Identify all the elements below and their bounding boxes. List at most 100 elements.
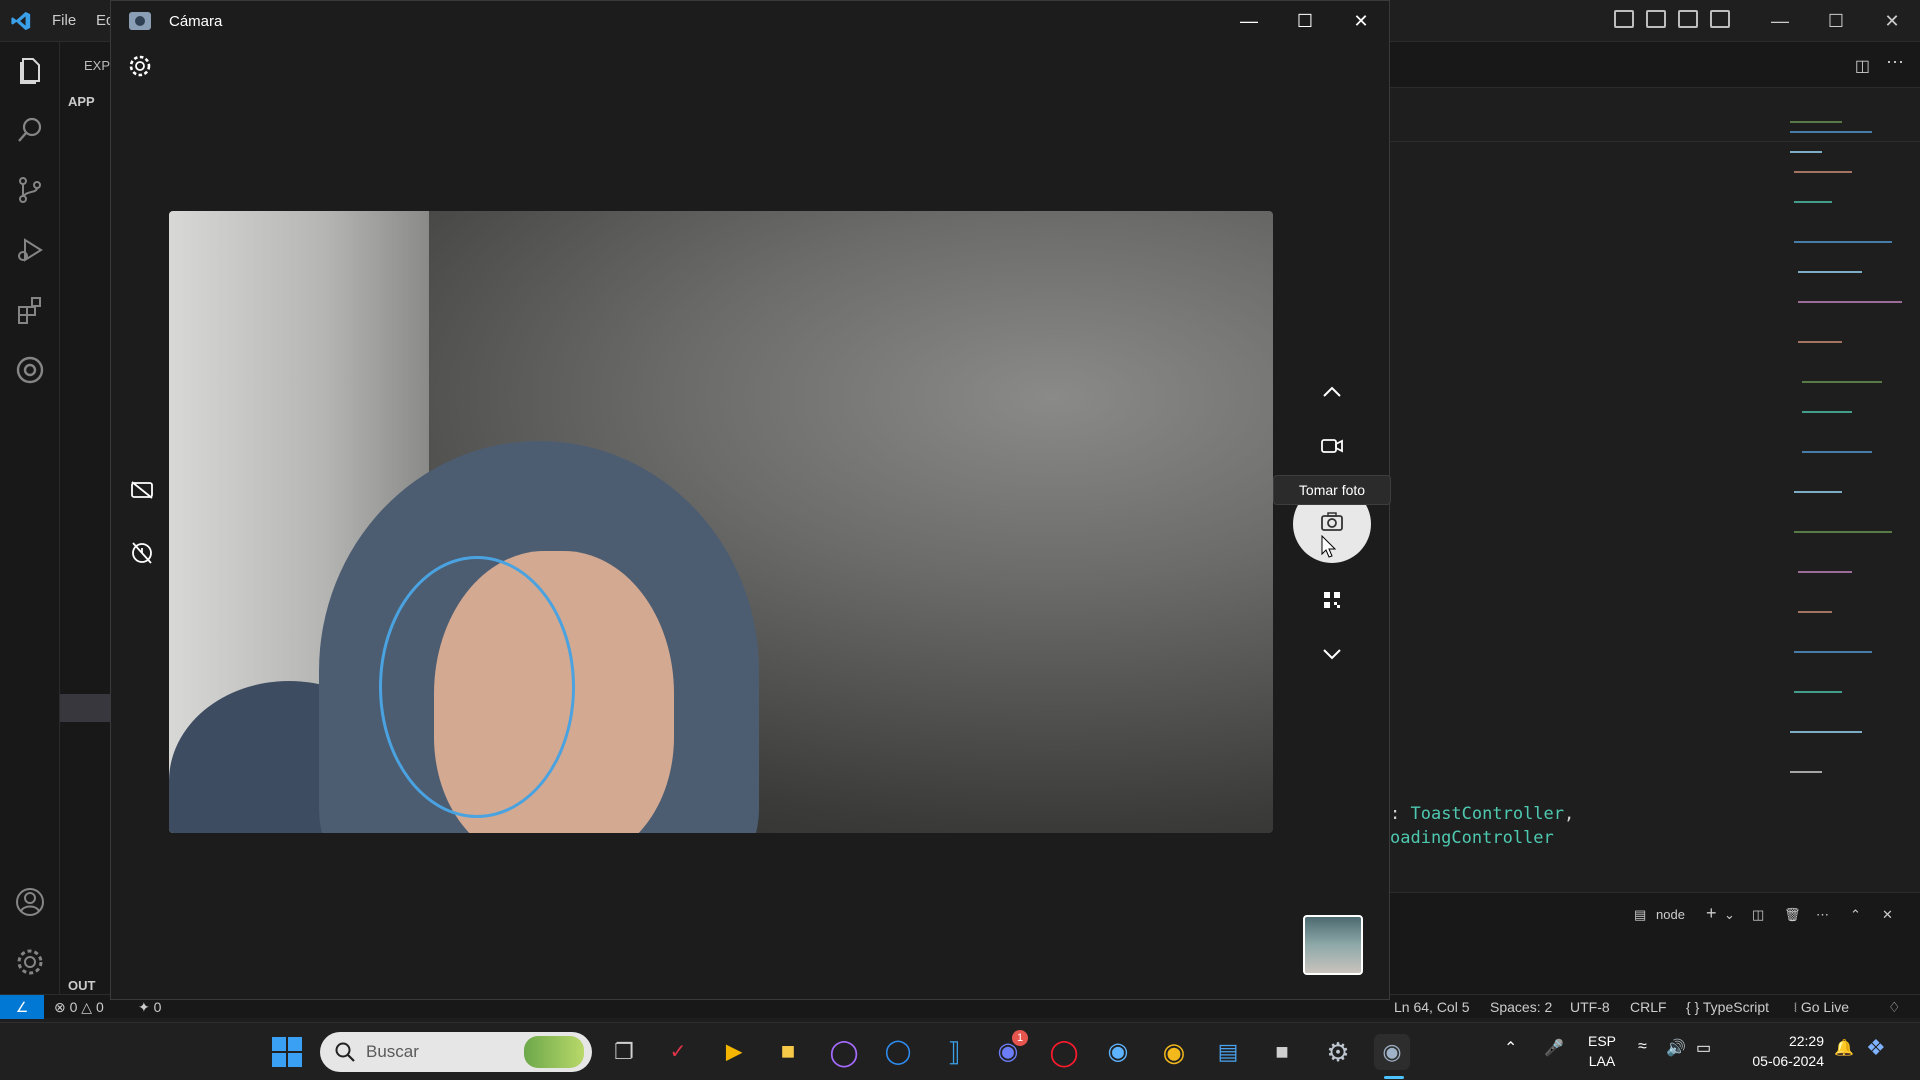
kill-terminal-icon[interactable]: 🗑 bbox=[1784, 907, 1801, 923]
toggle-sidebar-icon[interactable] bbox=[1614, 10, 1634, 28]
camera-preview bbox=[169, 211, 1273, 833]
clock-time: 22:29 bbox=[1788, 1033, 1824, 1049]
eol-status[interactable]: CRLF bbox=[1630, 999, 1667, 1015]
notifications-icon[interactable]: 🔔 bbox=[1834, 1038, 1854, 1058]
terminal-name[interactable]: node bbox=[1656, 907, 1685, 922]
opera-glyph: ◯ bbox=[1049, 1037, 1079, 1067]
toggle-panel-icon[interactable] bbox=[1646, 10, 1666, 28]
taskbar-clock[interactable]: 22:29 05-06-2024 bbox=[1732, 1031, 1824, 1071]
video-mode-icon[interactable] bbox=[1317, 431, 1347, 461]
microphone-icon[interactable]: 🎤 bbox=[1544, 1038, 1564, 1058]
vivaldi-glyph: ✓ bbox=[669, 1041, 687, 1063]
camera-taskbar-icon[interactable]: ◉ bbox=[1374, 1034, 1410, 1070]
camera-settings-gear-icon[interactable] bbox=[127, 53, 153, 79]
vivaldi-icon[interactable]: ✓ bbox=[660, 1034, 696, 1070]
indentation-status[interactable]: Spaces: 2 bbox=[1490, 999, 1552, 1015]
start-tile bbox=[288, 1053, 302, 1067]
steam-icon[interactable]: ◉ bbox=[1100, 1034, 1136, 1070]
ports-status[interactable]: ✦ 0 bbox=[138, 999, 161, 1016]
timer-off-icon[interactable] bbox=[127, 537, 157, 567]
task-view-icon[interactable]: ❐ bbox=[606, 1034, 642, 1070]
opera-icon[interactable]: ◯ bbox=[1046, 1034, 1082, 1070]
github-glyph: ◯ bbox=[829, 1037, 859, 1067]
github-desktop-icon[interactable]: ◯ bbox=[826, 1034, 862, 1070]
close-icon[interactable]: ✕ bbox=[1864, 6, 1920, 36]
maximize-icon[interactable]: ☐ bbox=[1808, 6, 1864, 36]
volume-icon[interactable]: 🔊 bbox=[1666, 1038, 1686, 1058]
terminal-icon[interactable]: ▤ bbox=[1634, 907, 1646, 923]
camera-maximize-icon[interactable]: ☐ bbox=[1277, 1, 1333, 41]
close-panel-icon[interactable]: ✕ bbox=[1882, 907, 1893, 923]
sketch-app-icon[interactable]: ▶ bbox=[716, 1034, 752, 1070]
discord-icon[interactable]: ◉ 1 bbox=[990, 1030, 1028, 1070]
remote-indicator-icon[interactable]: ∠ bbox=[0, 995, 44, 1019]
battery-icon[interactable]: ▭ bbox=[1696, 1038, 1711, 1058]
start-tile bbox=[272, 1053, 286, 1067]
camera-close-icon[interactable]: ✕ bbox=[1333, 1, 1389, 41]
go-live-label: Go Live bbox=[1800, 999, 1850, 1015]
run-debug-icon[interactable] bbox=[14, 234, 46, 266]
go-live-button[interactable]: ⧙ Go Live bbox=[1794, 999, 1849, 1016]
panel-more-icon[interactable]: ⋯ bbox=[1816, 907, 1829, 923]
toggle-secondary-sidebar-icon[interactable] bbox=[1678, 10, 1698, 28]
new-terminal-icon[interactable]: + bbox=[1706, 903, 1717, 924]
copilot-icon[interactable]: ❖ bbox=[1866, 1035, 1886, 1061]
explorer-icon[interactable] bbox=[14, 54, 46, 86]
take-photo-tooltip: Tomar foto bbox=[1273, 475, 1391, 505]
terminal-dropdown-icon[interactable]: ⌄ bbox=[1724, 907, 1735, 923]
last-capture-thumbnail[interactable] bbox=[1303, 915, 1363, 975]
steam-glyph: ◉ bbox=[1107, 1038, 1129, 1065]
start-button[interactable] bbox=[272, 1037, 302, 1067]
input-language[interactable]: ESP LAA bbox=[1588, 1031, 1616, 1071]
warnings-count: 0 bbox=[95, 999, 104, 1015]
accounts-icon[interactable] bbox=[14, 886, 46, 918]
cursor-position[interactable]: Ln 64, Col 5 bbox=[1394, 999, 1470, 1015]
split-terminal-icon[interactable]: ◫ bbox=[1752, 907, 1764, 923]
minimize-icon[interactable]: — bbox=[1752, 6, 1808, 36]
taskbar-search-box[interactable]: Buscar bbox=[320, 1032, 592, 1072]
app-store-icon[interactable]: ◯ bbox=[880, 1034, 916, 1070]
wifi-icon[interactable]: ≈ bbox=[1638, 1038, 1647, 1056]
app-section-header[interactable]: APP bbox=[68, 94, 95, 109]
manage-gear-icon[interactable] bbox=[14, 946, 46, 978]
vscode-window-controls: — ☐ ✕ bbox=[1752, 6, 1920, 36]
chrome-icon[interactable]: ◉ bbox=[1156, 1034, 1192, 1070]
outline-section-header[interactable]: OUT bbox=[68, 978, 95, 993]
problems-status[interactable]: ⊗ 0 △ 0 bbox=[54, 999, 104, 1016]
terminal-taskbar-icon[interactable]: ■ bbox=[1264, 1034, 1300, 1070]
qr-code-mode-icon[interactable] bbox=[1317, 585, 1347, 615]
vscode-taskbar-icon[interactable]: ⟧ bbox=[936, 1034, 972, 1070]
settings-icon[interactable]: ⚙ bbox=[1320, 1034, 1356, 1070]
sketch-app-glyph: ▶ bbox=[726, 1041, 742, 1063]
notifications-bell-icon[interactable]: ♢ bbox=[1888, 999, 1901, 1016]
file-explorer-icon[interactable]: ■ bbox=[770, 1034, 806, 1070]
encoding-status[interactable]: UTF-8 bbox=[1570, 999, 1610, 1015]
search-placeholder: Buscar bbox=[366, 1042, 419, 1061]
language-label: TypeScript bbox=[1702, 999, 1770, 1015]
chrome-glyph: ◉ bbox=[1162, 1037, 1186, 1067]
menu-file[interactable]: File bbox=[52, 12, 76, 29]
language-mode[interactable]: { } TypeScript bbox=[1686, 999, 1769, 1015]
remote-explorer-icon[interactable] bbox=[14, 354, 46, 386]
task-view-glyph: ❐ bbox=[614, 1039, 634, 1064]
split-editor-icon[interactable]: ◫ bbox=[1855, 56, 1870, 76]
file-explorer-glyph: ■ bbox=[780, 1038, 796, 1065]
search-icon[interactable] bbox=[14, 114, 46, 146]
start-tile bbox=[272, 1037, 286, 1051]
ports-count: 0 bbox=[153, 999, 162, 1015]
customize-layout-icon[interactable] bbox=[1710, 10, 1730, 28]
mode-scroll-down-icon[interactable] bbox=[1317, 639, 1347, 669]
terminal-glyph: ■ bbox=[1275, 1039, 1289, 1064]
extensions-icon[interactable] bbox=[14, 294, 46, 326]
hdr-off-icon[interactable] bbox=[127, 475, 157, 505]
camera-minimize-icon[interactable]: — bbox=[1221, 1, 1277, 41]
show-hidden-icons-chevron-icon[interactable]: ⌃ bbox=[1504, 1038, 1517, 1058]
maximize-panel-icon[interactable]: ⌃ bbox=[1850, 907, 1861, 923]
windows-taskbar: Buscar ❐ ✓ ▶ ■ ◯ ◯ ⟧ ◉ 1 ◯ ◉ ◉ ▤ ■ ⚙ ◉ ⌃… bbox=[0, 1022, 1920, 1080]
source-control-icon[interactable] bbox=[14, 174, 46, 206]
mode-scroll-up-icon[interactable] bbox=[1317, 377, 1347, 407]
notepad-icon[interactable]: ▤ bbox=[1210, 1034, 1246, 1070]
more-actions-icon[interactable]: ⋯ bbox=[1886, 52, 1904, 73]
notepad-glyph: ▤ bbox=[1217, 1039, 1239, 1064]
start-tile bbox=[288, 1037, 302, 1051]
